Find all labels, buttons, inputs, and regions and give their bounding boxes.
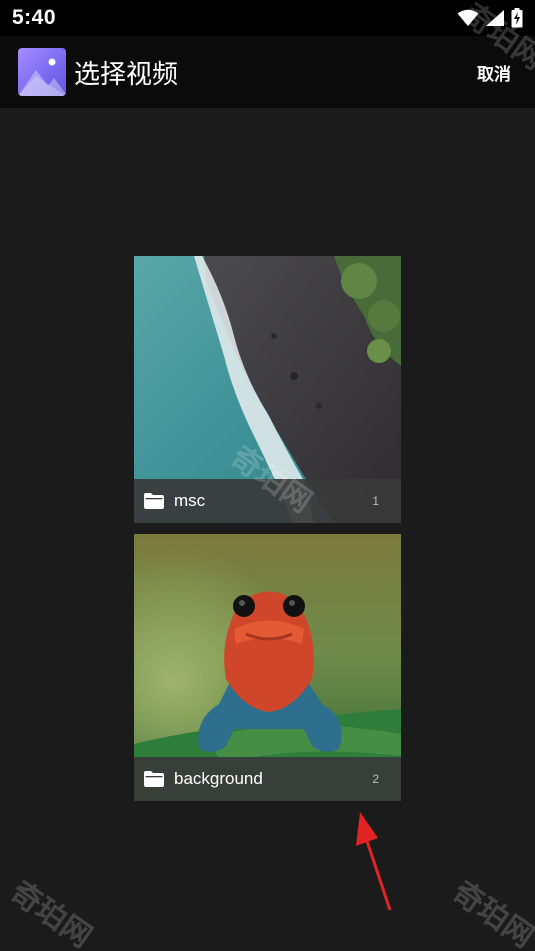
annotation-arrow-icon <box>356 812 392 911</box>
folder-icon <box>144 493 164 509</box>
folder-name: msc <box>174 491 206 510</box>
folder-caption: background 2 <box>134 757 401 801</box>
folder-count: 2 <box>372 772 379 786</box>
app-bar: 选择视频 取消 <box>0 36 535 108</box>
status-time: 5:40 <box>12 6 57 29</box>
cancel-button[interactable]: 取消 <box>477 60 511 85</box>
watermark: 奇珀网 <box>446 875 535 951</box>
folder-icon <box>144 771 164 787</box>
status-bar: 5:40 <box>0 0 535 36</box>
folder-caption: msc 1 <box>134 479 401 523</box>
cellular-signal-icon <box>485 9 505 27</box>
folder-count: 1 <box>372 494 379 508</box>
screen: 5:40 选择视频 取消 msc 1 background 2 奇珀网 奇珀网 <box>0 0 535 951</box>
battery-charging-icon <box>511 8 523 28</box>
folder-card-msc[interactable]: msc 1 <box>134 256 401 523</box>
gallery-app-icon <box>18 48 66 96</box>
status-icons <box>457 8 523 28</box>
folder-card-background[interactable]: background 2 <box>134 534 401 801</box>
page-title: 选择视频 <box>74 58 179 89</box>
watermark: 奇珀网 <box>4 875 98 951</box>
wifi-icon <box>457 9 479 27</box>
folder-name: background <box>174 769 263 788</box>
